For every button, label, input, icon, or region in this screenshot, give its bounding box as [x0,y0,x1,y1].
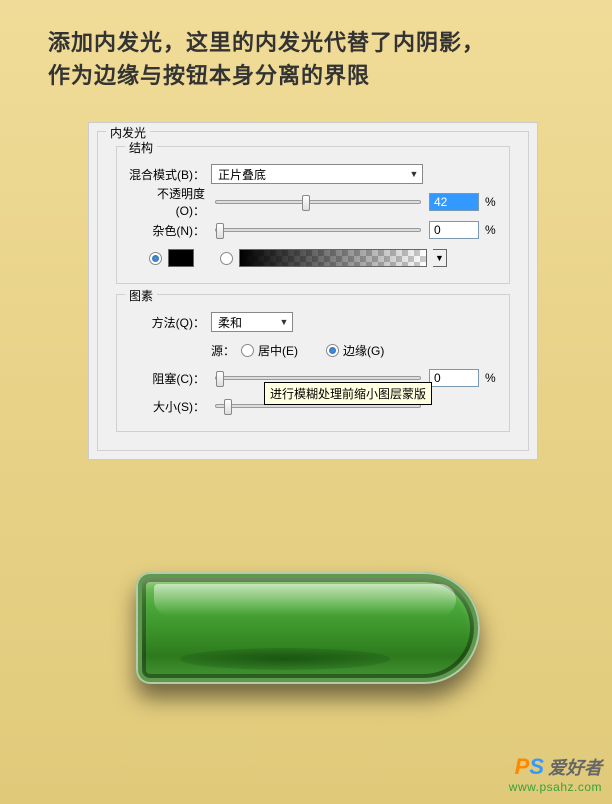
gradient-swatch[interactable] [239,249,427,267]
opacity-unit: % [479,195,497,209]
noise-row: 杂色(N)： % [129,219,497,241]
watermark-url: www.psahz.com [509,780,602,794]
green-button-preview [136,572,480,684]
elements-legend: 图素 [125,287,157,304]
choke-unit: % [479,371,497,385]
chevron-down-icon: ▼ [406,165,422,183]
opacity-input[interactable] [429,193,479,211]
intro-text: 添加内发光，这里的内发光代替了内阴影， 作为边缘与按钮本身分离的界限 [0,0,612,92]
choke-slider[interactable] [215,376,421,380]
structure-fieldset: 结构 混合模式(B)： 正片叠底 ▼ 不透明度(O)： % 杂色(N)： [116,146,510,284]
watermark-cn: 爱好者 [548,758,602,778]
method-value: 柔和 [212,314,276,331]
size-tooltip: 进行模糊处理前缩小图层蒙版 [264,382,432,405]
noise-slider[interactable] [215,228,421,232]
watermark-s: S [529,754,544,779]
chevron-down-icon[interactable]: ▼ [433,249,447,267]
noise-input[interactable] [429,221,479,239]
gradient-radio[interactable] [220,252,233,265]
slider-thumb-icon[interactable] [302,195,310,211]
intro-line2: 作为边缘与按钮本身分离的界限 [48,63,370,88]
opacity-row: 不透明度(O)： % [129,191,497,213]
chevron-down-icon: ▼ [276,313,292,331]
choke-input[interactable] [429,369,479,387]
method-label: 方法(Q)： [129,314,211,331]
slider-thumb-icon[interactable] [224,399,232,415]
size-label: 大小(S)： [129,398,211,415]
opacity-label: 不透明度(O)： [129,185,211,219]
noise-label: 杂色(N)： [129,222,211,239]
blend-mode-value: 正片叠底 [212,166,406,183]
watermark: PS爱好者 www.psahz.com [509,754,602,794]
solid-color-swatch[interactable] [168,249,194,267]
opacity-slider[interactable] [215,200,421,204]
edge-radio-label[interactable]: 边缘(G) [326,342,384,359]
method-row: 方法(Q)： 柔和 ▼ [129,311,497,333]
intro-line1: 添加内发光，这里的内发光代替了内阴影， [48,30,485,55]
structure-legend: 结构 [125,139,157,156]
blend-mode-combo[interactable]: 正片叠底 ▼ [211,164,423,184]
edge-text: 边缘(G) [343,342,384,359]
solid-color-radio[interactable] [149,252,162,265]
noise-unit: % [479,223,497,237]
choke-label: 阻塞(C)： [129,370,211,387]
source-label: 源： [129,342,241,359]
slider-thumb-icon[interactable] [216,223,224,239]
watermark-p: P [515,754,530,779]
watermark-brand: PS爱好者 [509,754,602,780]
center-radio[interactable] [241,344,254,357]
inner-glow-panel: 内发光 结构 混合模式(B)： 正片叠底 ▼ 不透明度(O)： % 杂色(N)： [88,122,538,460]
blend-mode-label: 混合模式(B)： [129,166,211,183]
method-combo[interactable]: 柔和 ▼ [211,312,293,332]
center-radio-label[interactable]: 居中(E) [241,342,298,359]
center-text: 居中(E) [258,342,298,359]
elements-fieldset: 图素 方法(Q)： 柔和 ▼ 源： 居中(E) 边缘(G) [116,294,510,432]
source-row: 源： 居中(E) 边缘(G) [129,339,497,361]
color-source-row: ▼ [129,249,497,267]
edge-radio[interactable] [326,344,339,357]
slider-thumb-icon[interactable] [216,371,224,387]
blend-mode-row: 混合模式(B)： 正片叠底 ▼ [129,163,497,185]
